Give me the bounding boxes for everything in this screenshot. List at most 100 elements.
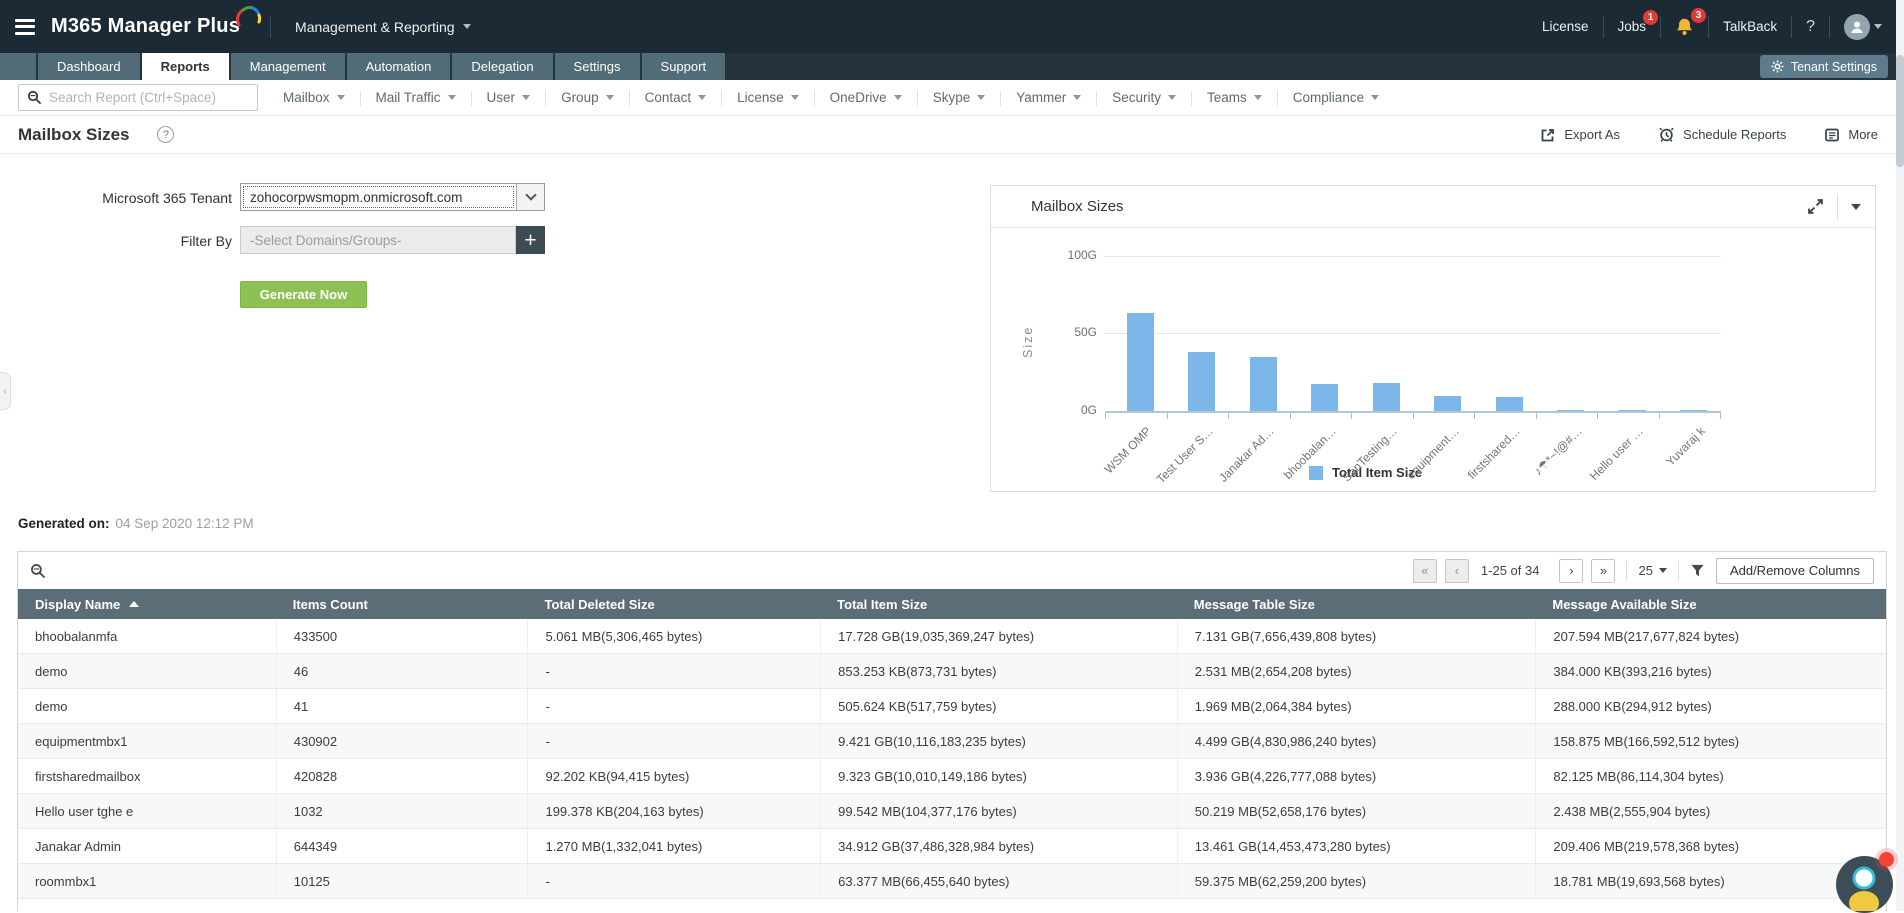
notifications-button[interactable]: 3 [1675,17,1694,37]
tab-settings[interactable]: Settings [555,53,640,80]
column-header-message-available-size[interactable]: Message Available Size [1535,589,1886,619]
report-menu-mailbox[interactable]: Mailbox [268,90,360,105]
collapse-panel-handle[interactable]: ‹ [0,372,11,410]
report-menu-onedrive[interactable]: OneDrive [815,90,917,105]
cell: 158.875 MB(166,592,512 bytes) [1535,724,1886,758]
report-menu-label: Compliance [1293,90,1364,105]
report-actions: Export As Schedule Reports More [1540,126,1878,143]
report-menu-license[interactable]: License [722,90,814,105]
prev-page-button[interactable]: ‹ [1445,559,1469,583]
report-menu-compliance[interactable]: Compliance [1278,90,1394,105]
cell: 50.219 MB(52,658,176 bytes) [1177,794,1536,828]
table-toolbar: « ‹ 1-25 of 34 › » 25 Add/Remove Columns [18,552,1886,589]
chat-support-widget[interactable] [1836,856,1893,913]
filter-funnel-icon[interactable] [1690,563,1705,578]
chevron-down-icon[interactable] [516,184,544,210]
chevron-down-icon [463,24,471,29]
user-menu[interactable] [1844,14,1882,40]
report-menu-group[interactable]: Group [546,90,629,105]
x-axis-tick [1659,413,1660,419]
tab-management[interactable]: Management [231,53,345,80]
cell: 9.323 GB(10,010,149,186 bytes) [820,759,1177,793]
last-page-button[interactable]: » [1591,559,1615,583]
hamburger-menu-icon[interactable] [15,15,35,38]
report-menu-skype[interactable]: Skype [918,90,1001,105]
table-row[interactable]: demo46-853.253 KB(873,731 bytes)2.531 MB… [18,654,1886,689]
schedule-reports-button[interactable]: Schedule Reports [1658,126,1786,143]
license-link[interactable]: License [1542,19,1589,34]
report-menu-security[interactable]: Security [1097,90,1191,105]
report-menu-yammer[interactable]: Yammer [1001,90,1096,105]
expand-icon[interactable] [1807,198,1824,215]
bar-7 [1557,410,1584,411]
column-header-display-name[interactable]: Display Name [18,589,276,619]
cell: 430902 [276,724,528,758]
help-button[interactable]: ? [1806,18,1815,36]
report-menu-mail-traffic[interactable]: Mail Traffic [361,90,471,105]
chevron-down-icon [1168,95,1176,100]
table-row[interactable]: demo41-505.624 KB(517,759 bytes)1.969 MB… [18,689,1886,724]
table-row[interactable]: equipmentmbx1430902-9.421 GB(10,116,183,… [18,724,1886,759]
tenant-select[interactable]: zohocorpwsmopm.onmicrosoft.com [240,183,545,211]
table-row[interactable]: firstsharedmailbox42082892.202 KB(94,415… [18,759,1886,794]
chart-plot-area: 100G 50G 0G Size Total Item Size WSM OMP… [991,228,1875,491]
bar-3 [1311,384,1338,411]
tab-dashboard[interactable]: Dashboard [38,53,140,80]
report-menu-user[interactable]: User [472,90,546,105]
report-menu-teams[interactable]: Teams [1192,90,1277,105]
report-search-box[interactable] [18,84,258,111]
column-header-total-item-size[interactable]: Total Item Size [820,589,1177,619]
tab-support[interactable]: Support [642,53,726,80]
cell: 18.781 MB(19,693,568 bytes) [1535,864,1886,898]
y-tick-label: 100G [1031,248,1097,262]
report-menu-contact[interactable]: Contact [630,90,722,105]
x-axis-tick [1597,413,1598,419]
cell: 1.270 MB(1,332,041 bytes) [527,829,820,863]
add-remove-columns-button[interactable]: Add/Remove Columns [1716,558,1874,584]
column-header-items-count[interactable]: Items Count [276,589,528,619]
column-header-message-table-size[interactable]: Message Table Size [1177,589,1536,619]
page-size-select[interactable]: 25 [1638,563,1666,578]
x-axis-tick [1167,413,1168,419]
talkback-link[interactable]: TalkBack [1723,19,1777,34]
tab-automation[interactable]: Automation [347,53,451,80]
more-button[interactable]: More [1824,127,1878,143]
table-row[interactable]: Janakar Admin6443491.270 MB(1,332,041 by… [18,829,1886,864]
cell: 199.378 KB(204,163 bytes) [527,794,820,828]
bar-2 [1250,357,1277,411]
table-search-icon[interactable] [30,563,46,579]
column-header-total-deleted-size[interactable]: Total Deleted Size [527,589,820,619]
jobs-link[interactable]: Jobs 1 [1618,19,1647,34]
app-logo: M365 Manager Plus [51,15,240,38]
list-icon [1824,127,1840,143]
tenant-select-value: zohocorpwsmopm.onmicrosoft.com [241,184,516,210]
export-as-button[interactable]: Export As [1540,127,1620,143]
vertical-scrollbar[interactable] [1896,0,1904,911]
filter-by-label: Filter By [50,233,232,249]
add-filter-button[interactable]: + [516,226,545,254]
context-label: Management & Reporting [295,19,455,35]
export-icon [1540,127,1556,143]
tab-reports[interactable]: Reports [142,53,229,80]
report-help-icon[interactable]: ? [157,126,174,143]
next-page-button[interactable]: › [1559,559,1583,583]
context-switcher[interactable]: Management & Reporting [295,19,471,35]
chevron-down-icon [1659,568,1667,573]
cell: 1032 [276,794,528,828]
tenant-settings-button[interactable]: Tenant Settings [1760,55,1888,78]
report-search-input[interactable] [49,90,249,105]
cell: bhoobalanmfa [18,619,276,653]
gridline [1105,333,1721,334]
tab-delegation[interactable]: Delegation [452,53,552,80]
table-row[interactable]: Hello user tghe e1032199.378 KB(204,163 … [18,794,1886,829]
first-page-button[interactable]: « [1413,559,1437,583]
table-row[interactable]: bhoobalanmfa4335005.061 MB(5,306,465 byt… [18,619,1886,654]
cell: 46 [276,654,528,688]
chart-menu-icon[interactable] [1851,204,1861,210]
scrollbar-thumb[interactable] [1896,55,1904,167]
cell: Janakar Admin [18,829,276,863]
table-row[interactable]: roommbx110125-63.377 MB(66,455,640 bytes… [18,864,1886,899]
cell: 63.377 MB(66,455,640 bytes) [820,864,1177,898]
generate-now-button[interactable]: Generate Now [240,281,367,308]
domains-groups-input[interactable]: -Select Domains/Groups- [240,226,516,254]
